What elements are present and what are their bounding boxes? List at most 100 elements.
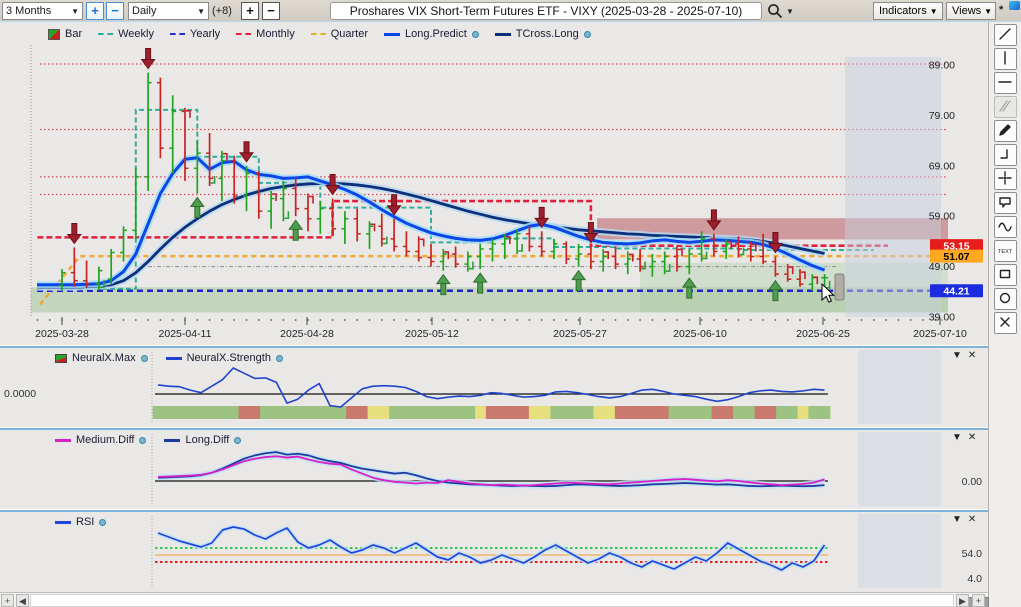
info-icon[interactable] [276,355,283,362]
rectangle-icon [997,266,1013,282]
legend-label: Quarter [331,28,368,40]
sell-arrow [240,142,253,162]
line-swatch [166,357,182,360]
vertical-line-tool-button[interactable] [994,48,1017,70]
text-icon: TEXT [997,242,1013,258]
main-legend-item-bar[interactable]: Bar [48,28,82,40]
legend-label: Yearly [190,28,220,40]
legend-label: RSI [76,516,94,528]
chevron-down-icon: ▼ [984,7,992,16]
main-legend-item-yearly[interactable]: Yearly [170,28,220,40]
elbow-line-tool-button[interactable] [994,144,1017,166]
range-zoom-out-button[interactable]: − [106,2,124,20]
x-axis-label: 2025-06-25 [796,328,850,340]
indicators-button[interactable]: Indicators ▼ [873,2,943,20]
bars-remove-button[interactable]: − [262,2,280,20]
horizontal-line-icon [997,74,1013,90]
info-icon[interactable] [141,355,148,362]
views-button[interactable]: Views ▼ [946,2,996,20]
histogram-icon [55,354,67,363]
rsi-plot[interactable] [0,512,988,592]
y-axis-label: 89.00 [929,60,955,72]
legend-label: Long.Predict [405,28,467,40]
dashed-line-swatch [98,33,113,35]
info-icon[interactable] [234,437,241,444]
range-combo[interactable]: 3 Months ▼ [2,2,83,20]
horizontal-scrollbar[interactable]: + ◀ ▶ + [0,592,988,607]
range-combo-value: 3 Months [6,5,51,17]
scrollbar-track[interactable] [30,594,954,607]
panel-close-button[interactable]: ✕ [968,350,976,362]
y-axis-label: 69.00 [929,160,955,172]
info-icon[interactable] [139,437,146,444]
line-swatch [384,33,400,36]
x-axis-label: 2025-05-27 [553,328,607,340]
pen-tool-button[interactable] [994,120,1017,142]
main-legend-item-weekly[interactable]: Weekly [98,28,154,40]
neuralx-legend-item-neuralx-strength[interactable]: NeuralX.Strength [166,352,283,364]
panel-close-button[interactable]: ✕ [968,514,976,526]
info-icon[interactable] [99,519,106,526]
panel-neuralx: NeuralX.Max NeuralX.Strength 0.0000 ▼ ✕ [0,346,988,428]
rectangle-tool-button[interactable] [994,264,1017,286]
dashed-line-swatch [236,33,251,35]
horizontal-line-tool-button[interactable] [994,72,1017,94]
future-zone [858,432,941,506]
scroll-right-arrow[interactable]: ▶ [956,594,969,607]
main-legend-item-tcross-long[interactable]: TCross.Long [495,28,591,40]
price-bars [59,73,829,291]
neuralx-zero-label: 0.0000 [4,388,36,400]
panel-collapse-button[interactable]: ▼ [952,350,962,362]
info-icon[interactable] [472,31,479,38]
main-legend-item-monthly[interactable]: Monthly [236,28,295,40]
panel-close-button[interactable]: ✕ [968,432,976,444]
wave-tool-button[interactable] [994,216,1017,238]
panel-collapse-button[interactable]: ▼ [952,432,962,444]
period-combo[interactable]: Daily ▼ [128,2,209,20]
callout-tool-button[interactable] [994,192,1017,214]
range-zoom-in-button[interactable]: + [86,2,104,20]
drag-handle[interactable] [835,274,844,300]
scroll-add-left-button[interactable]: + [1,594,14,607]
x-axis-label: 2025-07-10 [913,328,967,340]
ellipse-tool-button[interactable] [994,288,1017,310]
search-icon[interactable] [766,2,784,20]
price-chart[interactable]: 2025-03-282025-04-112025-04-282025-05-12… [0,22,988,346]
info-icon[interactable] [584,31,591,38]
delete-tool-button[interactable] [994,312,1017,334]
delete-icon [997,314,1013,330]
svg-text:44.21: 44.21 [943,286,969,298]
line-swatch [495,33,511,36]
main-legend-item-long-predict[interactable]: Long.Predict [384,28,479,40]
diagonal-line-tool-button[interactable] [994,24,1017,46]
panel-collapse-button[interactable]: ▼ [952,514,962,526]
drawing-tools-column: TEXT [988,22,1021,607]
diff-legend-item-long-diff[interactable]: Long.Diff [164,434,241,446]
scroll-left-arrow[interactable]: ◀ [16,594,29,607]
main-legend-item-quarter[interactable]: Quarter [311,28,368,40]
bars-add-button[interactable]: + [241,2,259,20]
sell-arrow [142,49,155,69]
diff-zero-label: 0.00 [962,476,982,488]
main-chart-legend: Bar Weekly Yearly Monthly Quarter Long.Predic… [48,27,591,41]
y-axis-label: 79.00 [929,110,955,122]
y-axis-label: 39.00 [929,312,955,324]
legend-label: Weekly [118,28,154,40]
svg-text:51.07: 51.07 [943,251,969,263]
scroll-add-right-button[interactable]: + [972,594,985,607]
legend-label: Monthly [256,28,295,40]
x-axis-label: 2025-05-12 [405,328,459,340]
crosshair-tool-button[interactable] [994,168,1017,190]
elbow-line-icon [997,146,1013,162]
neuralx-legend-item-neuralx-max[interactable]: NeuralX.Max [55,352,148,364]
diff-legend-item-medium-diff[interactable]: Medium.Diff [55,434,146,446]
search-options-caret[interactable]: ▼ [786,7,794,16]
top-toolbar: 3 Months ▼ + − Daily ▼ (+8) + − ▼ Indica… [0,0,1021,22]
future-zone [858,514,941,588]
crosshair-icon [997,170,1013,186]
main-chart-region[interactable]: 2025-03-282025-04-112025-04-282025-05-12… [0,22,988,346]
y-axis-label: 59.00 [929,211,955,223]
rsi-legend-item-rsi[interactable]: RSI [55,516,106,528]
text-tool-button[interactable]: TEXT [994,240,1017,262]
symbol-title-input[interactable] [330,2,762,20]
